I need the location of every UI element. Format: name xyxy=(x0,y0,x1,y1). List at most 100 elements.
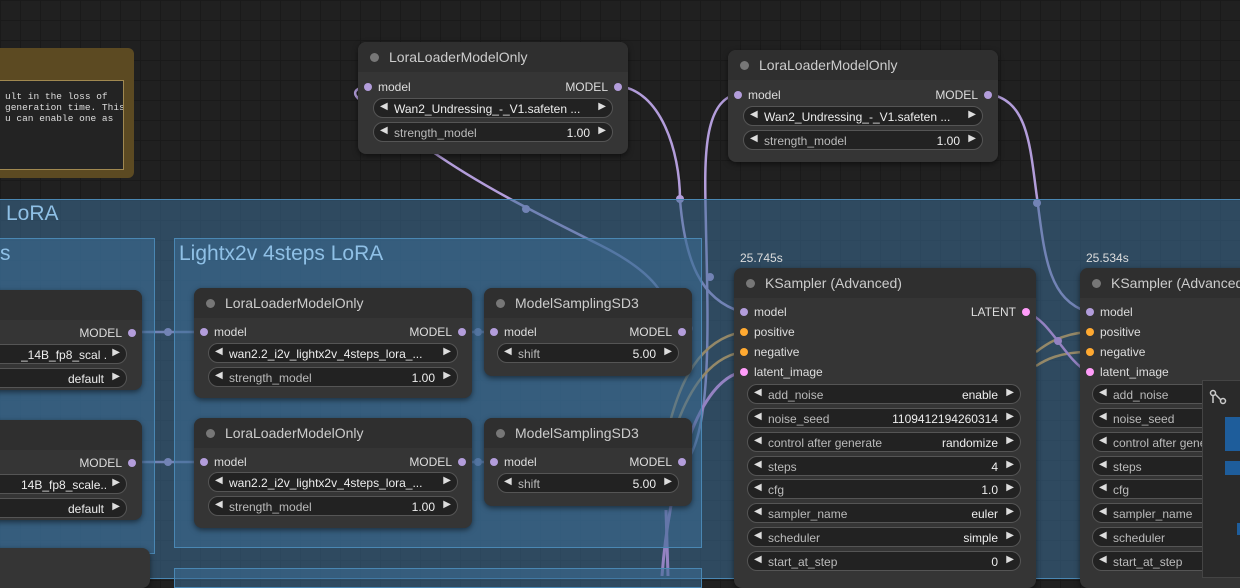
weight-dtype-combo[interactable]: default ▶ xyxy=(0,498,127,518)
start-at-step-widget[interactable]: ◀ start_at_step 0 ▶ xyxy=(747,551,1021,571)
model-output-pin[interactable] xyxy=(984,91,992,99)
model-input-pin[interactable] xyxy=(1086,308,1094,316)
model-input-pin[interactable] xyxy=(734,91,742,99)
arrow-right-icon[interactable]: ▶ xyxy=(443,370,451,381)
model-input-pin[interactable] xyxy=(200,328,208,336)
minimap-panel[interactable] xyxy=(1202,380,1240,578)
control-after-generate-combo[interactable]: ◀ control after generate randomize ▶ xyxy=(747,432,1021,452)
model-input-pin[interactable] xyxy=(200,458,208,466)
collapse-dot-icon[interactable] xyxy=(370,52,379,62)
collapse-dot-icon[interactable] xyxy=(1092,278,1101,288)
collapse-dot-icon[interactable] xyxy=(746,278,755,288)
arrow-left-icon[interactable]: ◀ xyxy=(1099,459,1107,470)
scheduler-combo[interactable]: ◀ scheduler simple ▶ xyxy=(747,527,1021,547)
lora-name-combo[interactable]: ◀ Wan2_Undressing_-_V1.safeten ... ▶ xyxy=(373,98,613,118)
arrow-right-icon[interactable]: ▶ xyxy=(1006,435,1014,446)
strength-model-widget[interactable]: ◀ strength_model 1.00 ▶ xyxy=(373,122,613,142)
arrow-left-icon[interactable]: ◀ xyxy=(215,370,223,381)
arrow-right-icon[interactable]: ▶ xyxy=(1006,482,1014,493)
arrow-left-icon[interactable]: ◀ xyxy=(1099,506,1107,517)
noise-seed-widget[interactable]: ◀ noise_seed 1109412194260314 ▶ xyxy=(747,408,1021,428)
model-name-combo[interactable]: 14B_fp8_scale... ▶ xyxy=(0,474,127,494)
arrow-right-icon[interactable]: ▶ xyxy=(1006,387,1014,398)
model-sampling-sd3-node[interactable]: ModelSamplingSD3 model MODEL ◀ shift 5.0… xyxy=(484,418,692,506)
arrow-left-icon[interactable]: ◀ xyxy=(504,346,512,357)
arrow-right-icon[interactable]: ▶ xyxy=(443,499,451,510)
latent-input-pin[interactable] xyxy=(740,368,748,376)
model-output-pin[interactable] xyxy=(458,328,466,336)
arrow-left-icon[interactable]: ◀ xyxy=(1099,554,1107,565)
model-input-pin[interactable] xyxy=(740,308,748,316)
model-sampling-sd3-node[interactable]: ModelSamplingSD3 model MODEL ◀ shift 5.0… xyxy=(484,288,692,376)
lora-loader-node[interactable]: LoraLoaderModelOnly model MODEL ◀ Wan2_U… xyxy=(728,50,998,162)
arrow-right-icon[interactable]: ▶ xyxy=(968,109,976,120)
arrow-right-icon[interactable]: ▶ xyxy=(1006,530,1014,541)
arrow-left-icon[interactable]: ◀ xyxy=(1099,482,1107,493)
model-input-pin[interactable] xyxy=(490,328,498,336)
collapse-dot-icon[interactable] xyxy=(206,298,215,308)
arrow-left-icon[interactable]: ◀ xyxy=(1099,387,1107,398)
collapse-dot-icon[interactable] xyxy=(740,60,749,70)
arrow-right-icon[interactable]: ▶ xyxy=(112,501,120,512)
arrow-left-icon[interactable]: ◀ xyxy=(754,482,762,493)
model-input-pin[interactable] xyxy=(490,458,498,466)
lora-loader-node[interactable]: LoraLoaderModelOnly model MODEL ◀ wan2.2… xyxy=(194,418,472,528)
arrow-left-icon[interactable]: ◀ xyxy=(504,476,512,487)
model-output-pin[interactable] xyxy=(614,83,622,91)
arrow-left-icon[interactable]: ◀ xyxy=(1099,530,1107,541)
model-loader-node[interactable]: MODEL 14B_fp8_scale... ▶ default ▶ xyxy=(0,420,142,520)
strength-model-widget[interactable]: ◀ strength_model 1.00 ▶ xyxy=(208,367,458,387)
model-output-pin[interactable] xyxy=(678,328,686,336)
arrow-left-icon[interactable]: ◀ xyxy=(215,346,223,357)
partial-node[interactable] xyxy=(0,548,150,588)
shift-widget[interactable]: ◀ shift 5.00 ▶ xyxy=(497,343,679,363)
arrow-left-icon[interactable]: ◀ xyxy=(754,411,762,422)
arrow-left-icon[interactable]: ◀ xyxy=(750,109,758,120)
lora-name-combo[interactable]: ◀ wan2.2_i2v_lightx2v_4steps_lora_... ▶ xyxy=(208,472,458,492)
arrow-right-icon[interactable]: ▶ xyxy=(1006,506,1014,517)
arrow-left-icon[interactable]: ◀ xyxy=(1099,435,1107,446)
lora-loader-node[interactable]: LoraLoaderModelOnly model MODEL ◀ Wan2_U… xyxy=(358,42,628,154)
arrow-left-icon[interactable]: ◀ xyxy=(215,475,223,486)
strength-model-widget[interactable]: ◀ strength_model 1.00 ▶ xyxy=(208,496,458,516)
model-output-pin[interactable] xyxy=(458,458,466,466)
cfg-widget[interactable]: ◀ cfg 1.0 ▶ xyxy=(747,479,1021,499)
model-output-pin[interactable] xyxy=(128,329,136,337)
add-noise-combo[interactable]: ◀ add_noise enable ▶ xyxy=(747,384,1021,404)
arrow-left-icon[interactable]: ◀ xyxy=(754,387,762,398)
arrow-left-icon[interactable]: ◀ xyxy=(754,435,762,446)
lora-loader-node[interactable]: LoraLoaderModelOnly model MODEL ◀ wan2.2… xyxy=(194,288,472,398)
arrow-right-icon[interactable]: ▶ xyxy=(443,475,451,486)
latent-input-pin[interactable] xyxy=(1086,368,1094,376)
sampler-name-combo[interactable]: ◀ sampler_name euler ▶ xyxy=(747,503,1021,523)
strength-model-widget[interactable]: ◀ strength_model 1.00 ▶ xyxy=(743,130,983,150)
arrow-right-icon[interactable]: ▶ xyxy=(1006,459,1014,470)
model-input-pin[interactable] xyxy=(364,83,372,91)
arrow-right-icon[interactable]: ▶ xyxy=(112,477,120,488)
arrow-right-icon[interactable]: ▶ xyxy=(1006,554,1014,565)
arrow-left-icon[interactable]: ◀ xyxy=(754,530,762,541)
arrow-right-icon[interactable]: ▶ xyxy=(443,346,451,357)
model-loader-node[interactable]: MODEL _14B_fp8_scal ... ▶ default ▶ xyxy=(0,290,142,390)
arrow-right-icon[interactable]: ▶ xyxy=(598,125,606,136)
arrow-left-icon[interactable]: ◀ xyxy=(754,506,762,517)
arrow-right-icon[interactable]: ▶ xyxy=(112,371,120,382)
negative-input-pin[interactable] xyxy=(1086,348,1094,356)
graph-icon[interactable] xyxy=(1209,389,1229,405)
negative-input-pin[interactable] xyxy=(740,348,748,356)
model-output-pin[interactable] xyxy=(678,458,686,466)
arrow-right-icon[interactable]: ▶ xyxy=(598,101,606,112)
arrow-left-icon[interactable]: ◀ xyxy=(754,554,762,565)
arrow-right-icon[interactable]: ▶ xyxy=(664,476,672,487)
arrow-left-icon[interactable]: ◀ xyxy=(1099,411,1107,422)
lora-name-combo[interactable]: ◀ Wan2_Undressing_-_V1.safeten ... ▶ xyxy=(743,106,983,126)
collapse-dot-icon[interactable] xyxy=(496,298,505,308)
arrow-right-icon[interactable]: ▶ xyxy=(968,133,976,144)
positive-input-pin[interactable] xyxy=(1086,328,1094,336)
arrow-right-icon[interactable]: ▶ xyxy=(1006,411,1014,422)
note-node[interactable]: ult in the loss of generation time. This… xyxy=(0,48,134,178)
collapse-dot-icon[interactable] xyxy=(206,428,215,438)
arrow-left-icon[interactable]: ◀ xyxy=(380,101,388,112)
collapse-dot-icon[interactable] xyxy=(496,428,505,438)
model-name-combo[interactable]: _14B_fp8_scal ... ▶ xyxy=(0,344,127,364)
